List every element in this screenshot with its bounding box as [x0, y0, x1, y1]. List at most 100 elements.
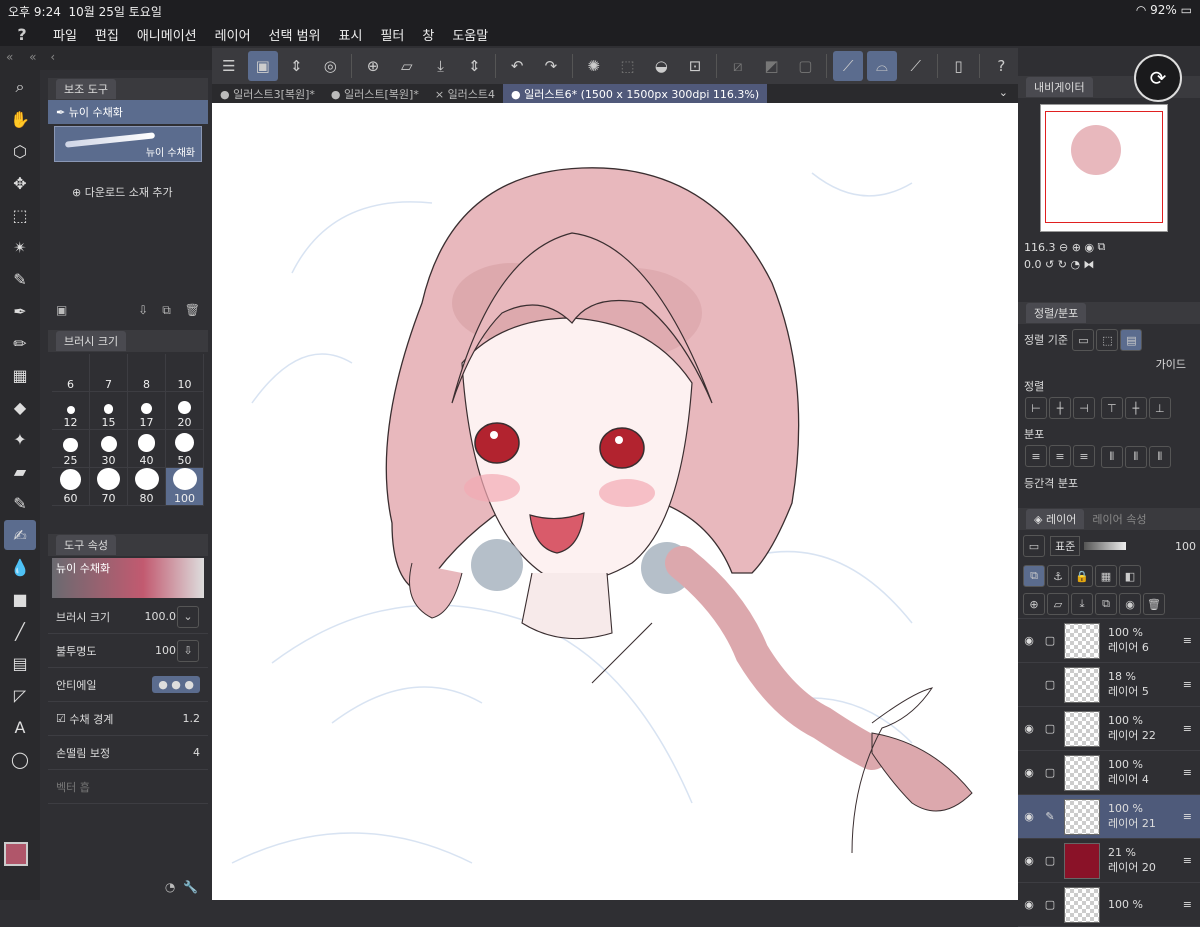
- sync-icon[interactable]: ⟳: [1134, 54, 1182, 102]
- brush-size-cell[interactable]: 50: [166, 430, 204, 468]
- main-color-swatch[interactable]: [4, 842, 28, 866]
- layer-row[interactable]: ▢ 18 % 레이어 5 ≡: [1018, 663, 1200, 707]
- clear-icon[interactable]: ⬚: [613, 51, 643, 81]
- figure-icon[interactable]: ╱: [4, 616, 36, 646]
- brush-preview[interactable]: 뉴이 수채화: [54, 126, 202, 162]
- brush-size-cell[interactable]: 30: [90, 430, 128, 468]
- menu-view[interactable]: 표시: [330, 25, 372, 44]
- fit-icon[interactable]: ⧉: [1098, 240, 1106, 254]
- brush-size-cell[interactable]: 8: [128, 354, 166, 392]
- subtool-item[interactable]: ✒ 뉴이 수채화: [48, 100, 208, 124]
- align-base-icon[interactable]: ▤: [1120, 329, 1143, 351]
- edge-checkbox[interactable]: ☑: [56, 712, 66, 725]
- align-bottom-icon[interactable]: ⊥: [1148, 397, 1171, 419]
- navigator-tab[interactable]: 내비게이터: [1026, 77, 1093, 97]
- layer-menu-icon[interactable]: ≡: [1183, 634, 1192, 647]
- align-middle-icon[interactable]: ┼: [1124, 397, 1147, 419]
- menu-animation[interactable]: 애니메이션: [128, 25, 206, 44]
- smartphone-icon[interactable]: ▯: [944, 51, 974, 81]
- redo-icon[interactable]: ↷: [536, 51, 566, 81]
- align-tab[interactable]: 정렬/분포: [1026, 303, 1087, 323]
- opacity-pressure-icon[interactable]: ⇩: [177, 639, 199, 662]
- layer-row[interactable]: ◉ ✎ 100 % 레이어 21 ≡: [1018, 795, 1200, 839]
- layer-row[interactable]: ◉ ▢ 21 % 레이어 20 ≡: [1018, 839, 1200, 883]
- pencil-tool-icon[interactable]: ✏: [4, 328, 36, 358]
- layer-mask-icon[interactable]: ◉: [1119, 593, 1141, 615]
- collapse-left-icon[interactable]: «: [6, 50, 13, 64]
- copy-tool-icon[interactable]: ▣: [56, 303, 67, 318]
- hand-tool-icon[interactable]: ✋: [4, 104, 36, 134]
- back-icon[interactable]: ‹: [50, 50, 55, 64]
- pen-tool-icon[interactable]: ✒: [4, 296, 36, 326]
- tab-illust4[interactable]: × 일러스트4: [427, 84, 503, 103]
- menu-file[interactable]: 파일: [44, 25, 86, 44]
- airbrush-icon[interactable]: ▦: [4, 360, 36, 390]
- transform-icon[interactable]: ⊡: [680, 51, 710, 81]
- duplicate-icon[interactable]: ⧉: [162, 303, 171, 318]
- brush-size-cell[interactable]: 12: [52, 392, 90, 430]
- layer-row[interactable]: ◉ ▢ 100 % ≡: [1018, 883, 1200, 927]
- antialias-options[interactable]: ● ● ●: [152, 676, 200, 693]
- brush-size-cell[interactable]: 60: [52, 468, 90, 506]
- tab-illust[interactable]: ● 일러스트[복원]*: [323, 84, 427, 103]
- frame-icon[interactable]: ▤: [4, 648, 36, 678]
- undo-icon[interactable]: ↶: [502, 51, 532, 81]
- menu-edit[interactable]: 편집: [86, 25, 128, 44]
- add-material-button[interactable]: ⊕ 다운로드 소재 추가: [72, 184, 208, 200]
- edge-value[interactable]: 1.2: [183, 712, 201, 725]
- align-left-icon[interactable]: ⊢: [1025, 397, 1047, 419]
- layer-row[interactable]: ◉ ▢ 100 % 레이어 22 ≡: [1018, 707, 1200, 751]
- brush-size-cell[interactable]: 7: [90, 354, 128, 392]
- layer-row[interactable]: ◉ ▢ 100 % 레이어 6 ≡: [1018, 619, 1200, 663]
- fill-icon[interactable]: ◒: [646, 51, 676, 81]
- object-tool-icon[interactable]: ⬡: [4, 136, 36, 166]
- layer-lock-icon[interactable]: ▢: [1040, 678, 1060, 691]
- rotate-right-icon[interactable]: ↻: [1058, 258, 1067, 271]
- rotate-reset-icon[interactable]: ◔: [1070, 258, 1080, 271]
- brush-tool-icon[interactable]: ✍: [4, 520, 36, 550]
- layer-tab[interactable]: ◈ 레이어: [1026, 509, 1085, 529]
- align-right-icon[interactable]: ⊣: [1073, 397, 1095, 419]
- stabilization-value[interactable]: 4: [193, 746, 200, 759]
- layer-lock-icon[interactable]: ▢: [1040, 634, 1060, 647]
- blend-drops-icon[interactable]: 💧: [4, 552, 36, 582]
- zoom-in-icon[interactable]: ⊕: [1072, 241, 1081, 254]
- brush-size-cell[interactable]: 70: [90, 468, 128, 506]
- opacity-slider[interactable]: [1084, 542, 1127, 550]
- duplicate-layer-icon[interactable]: ⧉: [1095, 593, 1117, 615]
- brush-size-cell[interactable]: 80: [128, 468, 166, 506]
- layer-menu-icon[interactable]: ≡: [1183, 722, 1192, 735]
- move-tool-icon[interactable]: ✥: [4, 168, 36, 198]
- opacity-value[interactable]: 100: [155, 644, 176, 657]
- layer-opacity-value[interactable]: 100: [1175, 540, 1196, 553]
- quick-access-icon[interactable]: ▣: [247, 51, 278, 81]
- align-center-icon[interactable]: ┼: [1049, 397, 1071, 419]
- clip-icon[interactable]: ⧉: [1023, 565, 1045, 587]
- layer-lock-icon[interactable]: ▢: [1040, 766, 1060, 779]
- brush-size-cell[interactable]: 100: [166, 468, 204, 506]
- brush-size-cell[interactable]: 40: [128, 430, 166, 468]
- rotate-left-icon[interactable]: ↺: [1045, 258, 1054, 271]
- eraser-icon[interactable]: ▰: [4, 456, 36, 486]
- zoom-tool-icon[interactable]: ⌕: [4, 72, 36, 102]
- layer-row[interactable]: ◉ ▢ 100 % 레이어 4 ≡: [1018, 751, 1200, 795]
- tab-illust6[interactable]: ● 일러스트6* (1500 x 1500px 300dpi 116.3%): [503, 84, 768, 103]
- flip-icon[interactable]: ⧓: [1084, 258, 1095, 271]
- selection-icon[interactable]: ▢: [791, 51, 821, 81]
- save-icon[interactable]: ⤓: [426, 51, 456, 81]
- align-base-icon[interactable]: ⬚: [1096, 329, 1119, 351]
- new-raster-icon[interactable]: ⊕: [1023, 593, 1045, 615]
- visibility-eye-icon[interactable]: ◉: [1018, 766, 1040, 779]
- layer-lock-icon[interactable]: ✎: [1040, 810, 1060, 823]
- menu-window[interactable]: 창: [413, 25, 443, 44]
- brush-size-value[interactable]: 100.0: [145, 610, 177, 623]
- app-logo-icon[interactable]: ?: [0, 25, 44, 44]
- distribute-icon[interactable]: ⦀: [1100, 445, 1123, 468]
- subtool-tab[interactable]: 보조 도구: [56, 79, 116, 99]
- lock-transparent-icon[interactable]: ▦: [1095, 565, 1117, 587]
- updown-icon[interactable]: ⇕: [282, 51, 312, 81]
- brush-size-cell[interactable]: 15: [90, 392, 128, 430]
- pressure-size-icon[interactable]: ⌄: [177, 605, 199, 628]
- distribute-icon[interactable]: ≡: [1025, 445, 1047, 467]
- distribute-icon[interactable]: ≡: [1049, 445, 1071, 467]
